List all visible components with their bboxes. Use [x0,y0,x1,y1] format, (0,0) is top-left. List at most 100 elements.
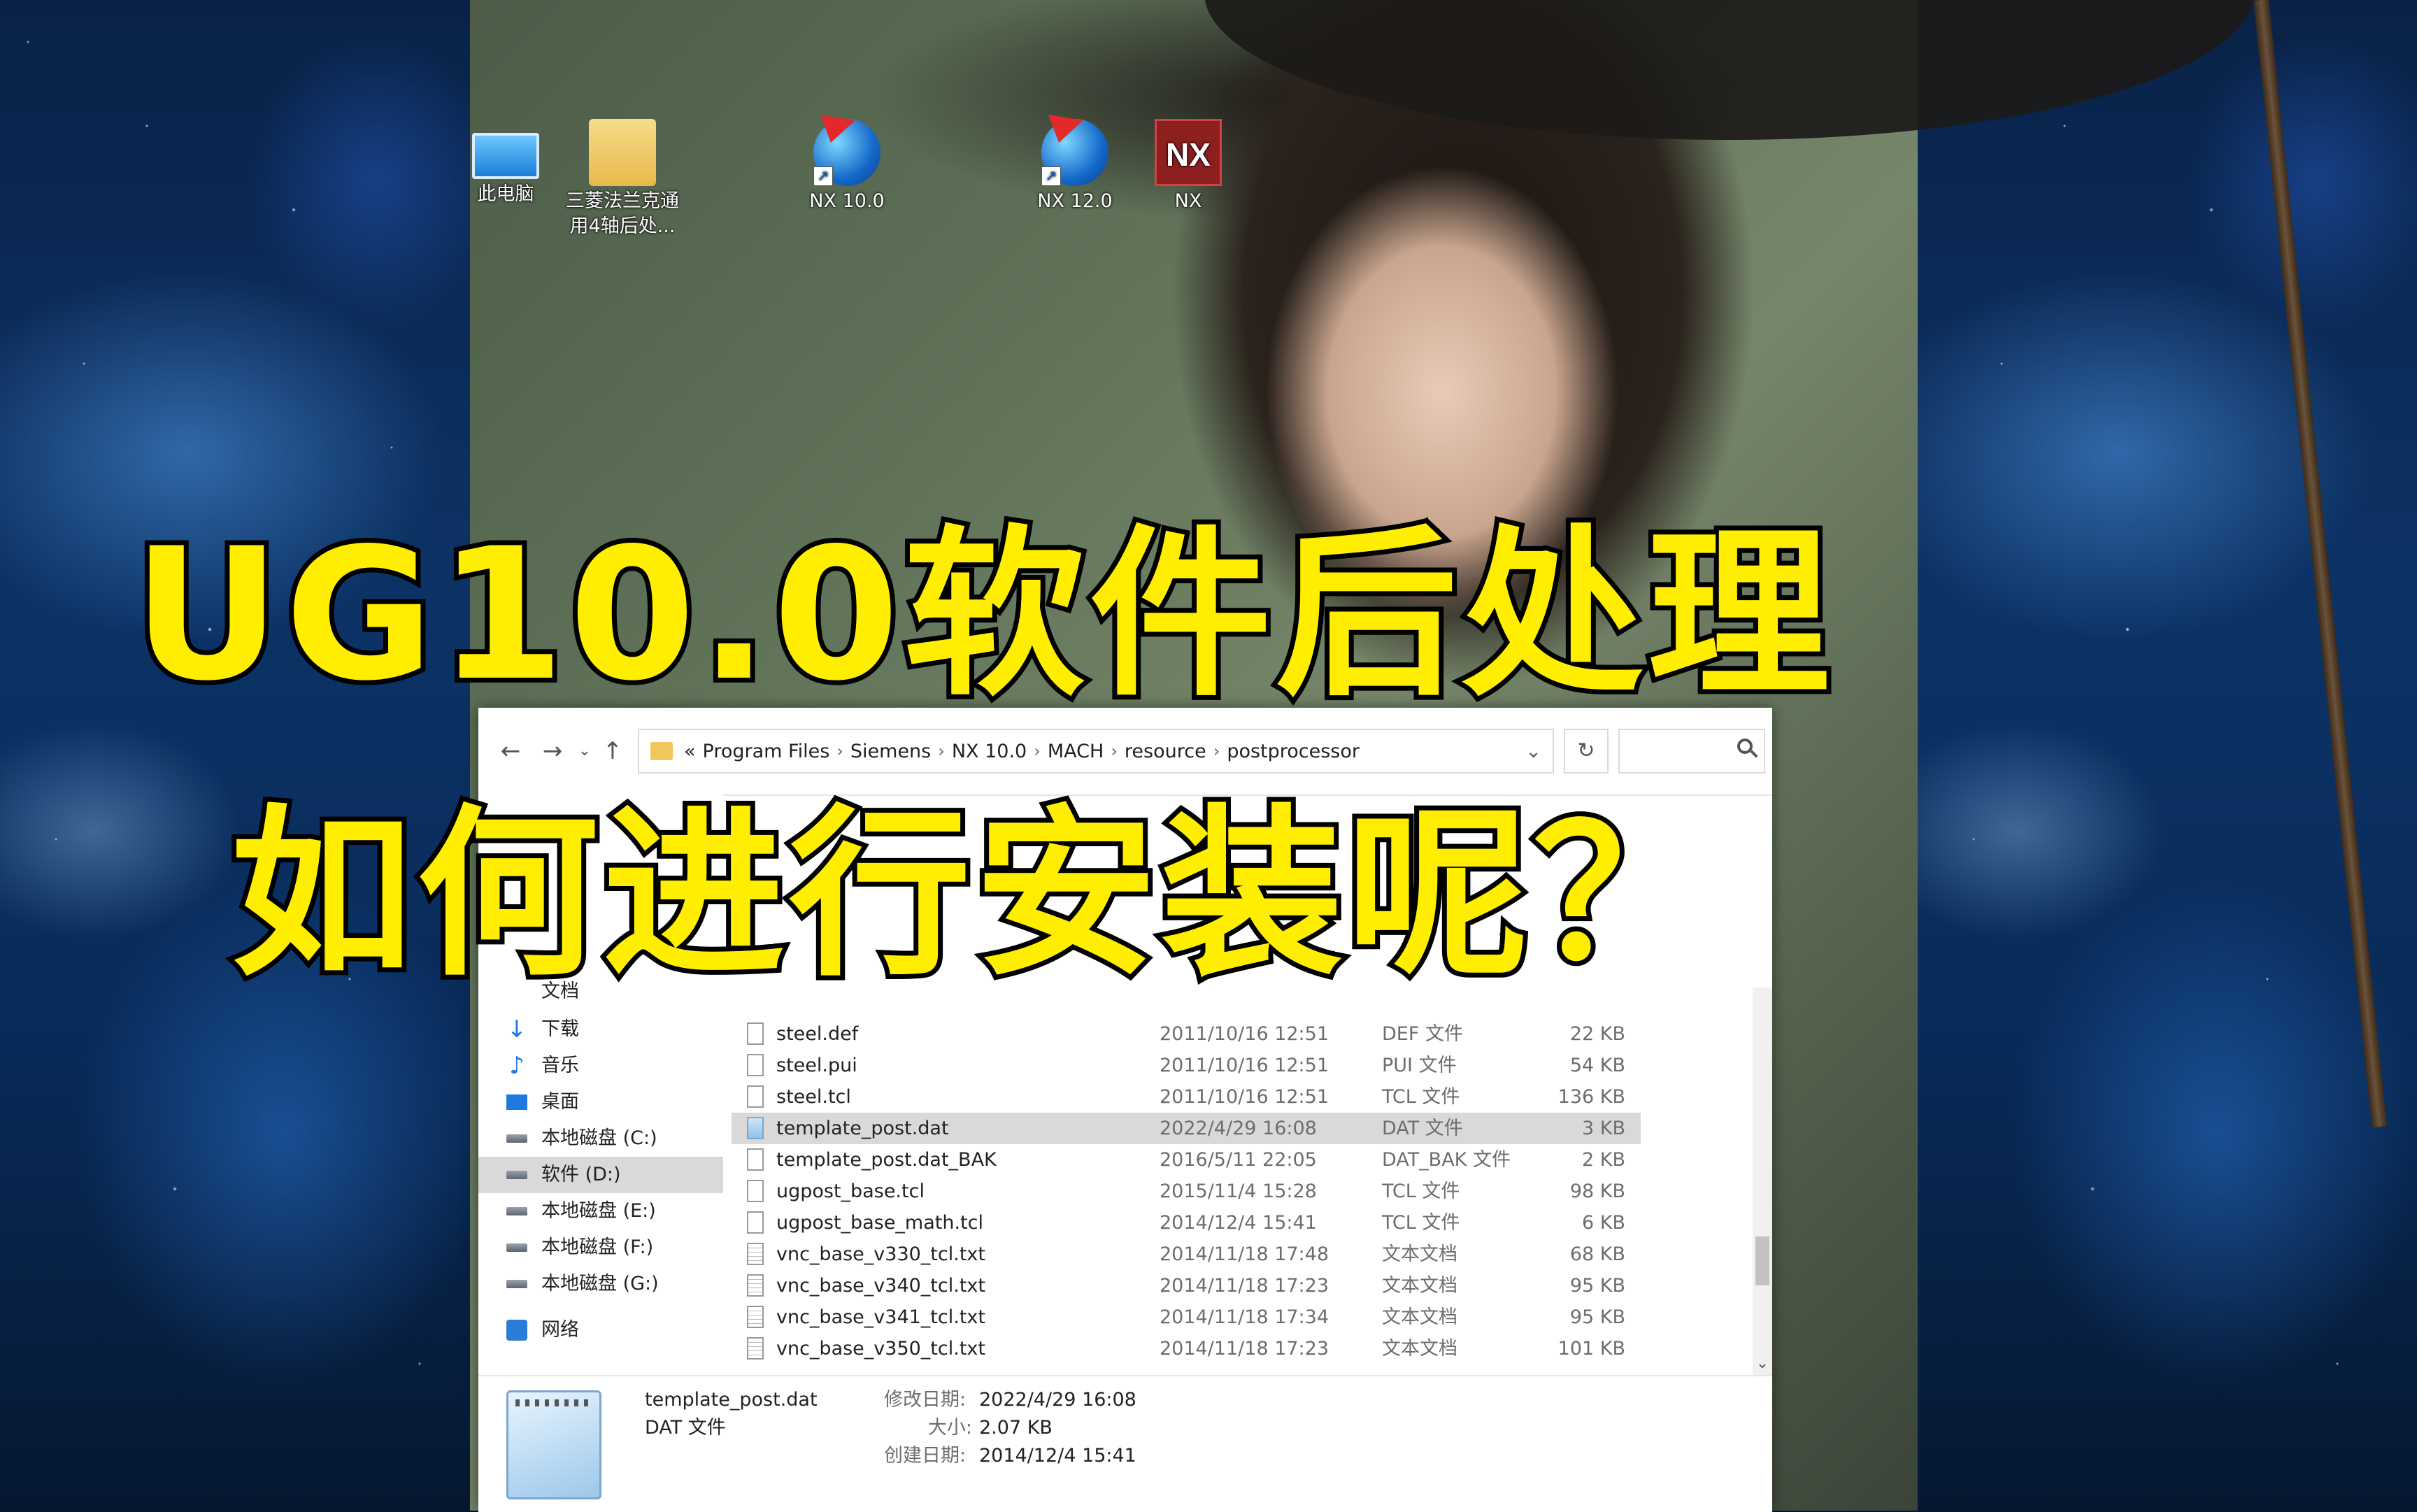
chevron-right-icon[interactable]: › [836,741,843,761]
file-size: 6 KB [1582,1212,1625,1234]
file-row[interactable]: steel.tcl 2011/10/16 12:51 TCL 文件 136 KB [732,1081,1641,1113]
file-type: TCL 文件 [1382,1181,1460,1202]
file-size: 3 KB [1582,1118,1625,1139]
file-size: 95 KB [1569,1275,1625,1297]
desktop-icon-postprocessor-folder[interactable]: 三菱法兰克通用4轴后处... [559,119,685,239]
left-wallpaper-panel [0,0,470,1511]
file-date: 2015/11/4 15:28 [1160,1181,1317,1202]
desktop-icon-nx12[interactable]: ↗ NX 12.0 [1015,119,1134,214]
file-name: template_post.dat_BAK [776,1149,997,1171]
nx-globe-icon: ↗ [1041,119,1108,186]
scroll-down-arrow-icon[interactable]: ⌄ [1753,1355,1772,1372]
file-row[interactable]: vnc_base_v341_tcl.txt 2014/11/18 17:34 文本文… [732,1301,1641,1333]
file-row[interactable]: ugpost_base_math.tcl 2014/12/4 15:41 TCL 文… [732,1207,1641,1239]
desktop-icon-nx10[interactable]: ↗ NX 10.0 [787,119,906,214]
chevron-down-icon[interactable]: ⌄ [1525,741,1541,762]
path-overflow[interactable]: « [684,741,696,762]
nav-item-drive-g[interactable]: 本地磁盘 (G:) [506,1266,716,1302]
chevron-right-icon[interactable]: › [1111,741,1118,761]
file-row[interactable]: ugpost_base.tcl 2015/11/4 15:28 TCL 文件 98 K… [732,1176,1641,1207]
nav-item-desktop[interactable]: 桌面 [506,1084,716,1120]
nav-item-drive-c[interactable]: 本地磁盘 (C:) [506,1120,716,1157]
recent-locations-chevron-icon[interactable]: ⌄ [569,736,600,766]
file-row[interactable]: vnc_base_v350_tcl.txt 2014/11/18 17:23 文本文… [732,1333,1641,1364]
dat-file-icon [747,1117,764,1139]
overlay-title-line1: UG10.0软件后处理 [128,506,1834,725]
drive-icon [506,1243,527,1252]
file-row-selected[interactable]: template_post.dat 2022/4/29 16:08 DAT 文件 3 … [732,1113,1641,1144]
nav-item-label: 音乐 [541,1055,579,1076]
file-name: vnc_base_v340_tcl.txt [776,1275,985,1297]
nav-item-label: 软件 (D:) [541,1164,621,1185]
breadcrumb-item[interactable]: NX 10.0 [952,741,1027,762]
file-date: 2016/5/11 22:05 [1160,1149,1317,1171]
file-type: TCL 文件 [1382,1212,1460,1234]
desktop-icon-nx[interactable]: NX NX [1129,119,1248,214]
file-row[interactable]: vnc_base_v340_tcl.txt 2014/11/18 17:23 文本文… [732,1270,1641,1301]
file-size: 95 KB [1569,1306,1625,1328]
back-arrow-icon[interactable]: ← [495,736,526,766]
file-type: 文本文档 [1382,1243,1457,1265]
details-created-label: 创建日期: [884,1445,967,1467]
drive-icon [506,1134,527,1143]
file-name: vnc_base_v330_tcl.txt [776,1243,985,1265]
nav-item-music[interactable]: ♪ 音乐 [506,1048,716,1084]
breadcrumb-item[interactable]: postprocessor [1227,741,1360,762]
address-path[interactable]: « Program Files › Siemens › NX 10.0 › MACH ›… [638,729,1554,773]
chevron-right-icon[interactable]: › [1034,741,1041,761]
forward-arrow-icon[interactable]: → [537,736,568,766]
file-icon [747,1180,764,1202]
breadcrumb-item[interactable]: Program Files [703,741,830,762]
desktop-icon-label: NX [1174,190,1202,212]
details-size-label: 大小: [927,1417,972,1439]
scrollbar-thumb[interactable] [1755,1236,1769,1285]
up-arrow-icon[interactable]: ↑ [597,736,628,766]
file-row[interactable]: steel.pui 2011/10/16 12:51 PUI 文件 54 KB [732,1050,1641,1081]
nav-item-drive-f[interactable]: 本地磁盘 (F:) [506,1229,716,1266]
file-size: 101 KB [1557,1338,1625,1360]
chevron-right-icon[interactable]: › [1213,741,1220,761]
details-filetype: DAT 文件 [645,1417,726,1439]
drive-icon [506,1207,527,1215]
nav-item-downloads[interactable]: ↓ 下载 [506,1011,716,1048]
file-row[interactable]: vnc_base_v330_tcl.txt 2014/11/18 17:48 文本文… [732,1239,1641,1270]
file-row[interactable]: template_post.dat_BAK 2016/5/11 22:05 DAT_… [732,1144,1641,1176]
network-icon [506,1320,527,1341]
nx-globe-icon: ↗ [813,119,880,186]
desktop-icon-label: 此电脑 [477,183,534,205]
nav-item-drive-e[interactable]: 本地磁盘 (E:) [506,1193,716,1229]
breadcrumb-item[interactable]: MACH [1048,741,1104,762]
breadcrumb-item[interactable]: resource [1125,741,1206,762]
breadcrumb-item[interactable]: Siemens [850,741,931,762]
file-date: 2014/11/18 17:34 [1160,1306,1329,1328]
desktop-icon-this-pc[interactable]: 此电脑 [446,119,565,207]
vertical-scrollbar[interactable]: ⌄ [1753,987,1772,1375]
refresh-icon[interactable]: ↻ [1564,729,1609,773]
chevron-right-icon[interactable]: › [938,741,945,761]
nav-item-label: 本地磁盘 (G:) [541,1273,659,1295]
file-date: 2014/11/18 17:23 [1160,1275,1329,1297]
file-name: template_post.dat [776,1118,949,1139]
desktop-icon-label: NX 12.0 [1037,190,1113,212]
details-size-value: 2.07 KB [979,1417,1053,1439]
overlay-title-line2: 如何进行安装呢？ [226,785,1720,1005]
details-modified-value: 2022/4/29 16:08 [979,1389,1136,1411]
file-row[interactable]: steel.def 2011/10/16 12:51 DEF 文件 22 KB [732,1018,1641,1050]
nav-item-label: 本地磁盘 (F:) [541,1236,654,1258]
file-date: 2014/12/4 15:41 [1160,1212,1317,1234]
file-icon [747,1148,764,1171]
text-file-icon [747,1274,764,1297]
nx-logo-icon: NX [1155,119,1222,186]
desktop-icon-label: 三菱法兰克通用4轴后处... [566,190,679,237]
file-icon [747,1085,764,1108]
nav-item-network[interactable]: 网络 [506,1312,716,1348]
nav-item-label: 下载 [541,1018,579,1040]
search-input[interactable] [1618,729,1765,773]
folder-icon [589,119,656,186]
file-name: vnc_base_v350_tcl.txt [776,1338,985,1360]
nav-item-label: 本地磁盘 (E:) [541,1200,656,1222]
file-type: TCL 文件 [1382,1086,1460,1108]
file-name: ugpost_base.tcl [776,1181,925,1202]
nav-item-drive-d[interactable]: 软件 (D:) [478,1157,723,1193]
desktop-icon-label: NX 10.0 [809,190,885,212]
